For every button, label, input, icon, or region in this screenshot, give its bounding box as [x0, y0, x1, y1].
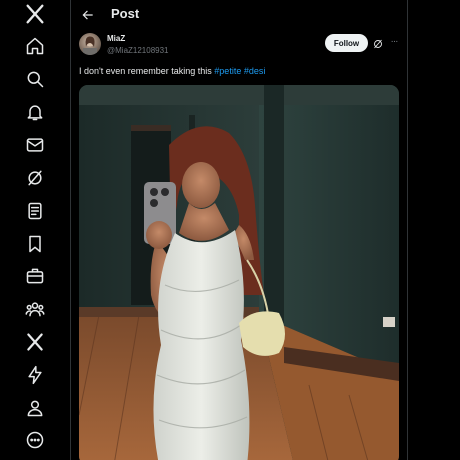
avatar[interactable]	[79, 33, 101, 55]
more-circle-icon[interactable]	[22, 427, 48, 453]
communities-icon[interactable]	[22, 296, 48, 322]
x-logo-icon[interactable]	[22, 1, 48, 27]
profile-icon[interactable]	[22, 395, 48, 421]
sidebar	[0, 0, 71, 460]
grok-icon[interactable]	[22, 165, 48, 191]
bookmark-icon[interactable]	[22, 231, 48, 257]
lists-icon[interactable]	[22, 198, 48, 224]
author-display-name[interactable]: MiaZ	[107, 34, 125, 43]
hashtag-desi[interactable]: #desi	[244, 66, 266, 76]
premium-x-icon[interactable]	[22, 329, 48, 355]
page-title: Post	[111, 6, 140, 21]
back-button[interactable]	[77, 4, 99, 26]
more-options-button[interactable]: ···	[387, 36, 401, 50]
tweet-text: I don't even remember taking this #petit…	[79, 66, 265, 76]
grok-icon[interactable]	[372, 37, 384, 49]
follow-button[interactable]: Follow	[325, 34, 368, 52]
mail-icon[interactable]	[22, 132, 48, 158]
bell-icon[interactable]	[22, 99, 48, 125]
post-column: Post MiaZ @MiaZ12108931 Follow ··· I don…	[71, 0, 408, 460]
mirror-selfie-image	[79, 85, 399, 460]
author-handle[interactable]: @MiaZ12108931	[107, 46, 169, 55]
post-photo[interactable]	[79, 85, 399, 460]
tweet-text-body: I don't even remember taking this	[79, 66, 215, 76]
jobs-icon[interactable]	[22, 263, 48, 289]
hashtag-petite[interactable]: #petite	[214, 66, 241, 76]
search-icon[interactable]	[22, 66, 48, 92]
lightning-icon[interactable]	[22, 362, 48, 388]
home-icon[interactable]	[22, 33, 48, 59]
post-header: Post	[71, 0, 407, 30]
arrow-left-icon	[82, 10, 93, 20]
